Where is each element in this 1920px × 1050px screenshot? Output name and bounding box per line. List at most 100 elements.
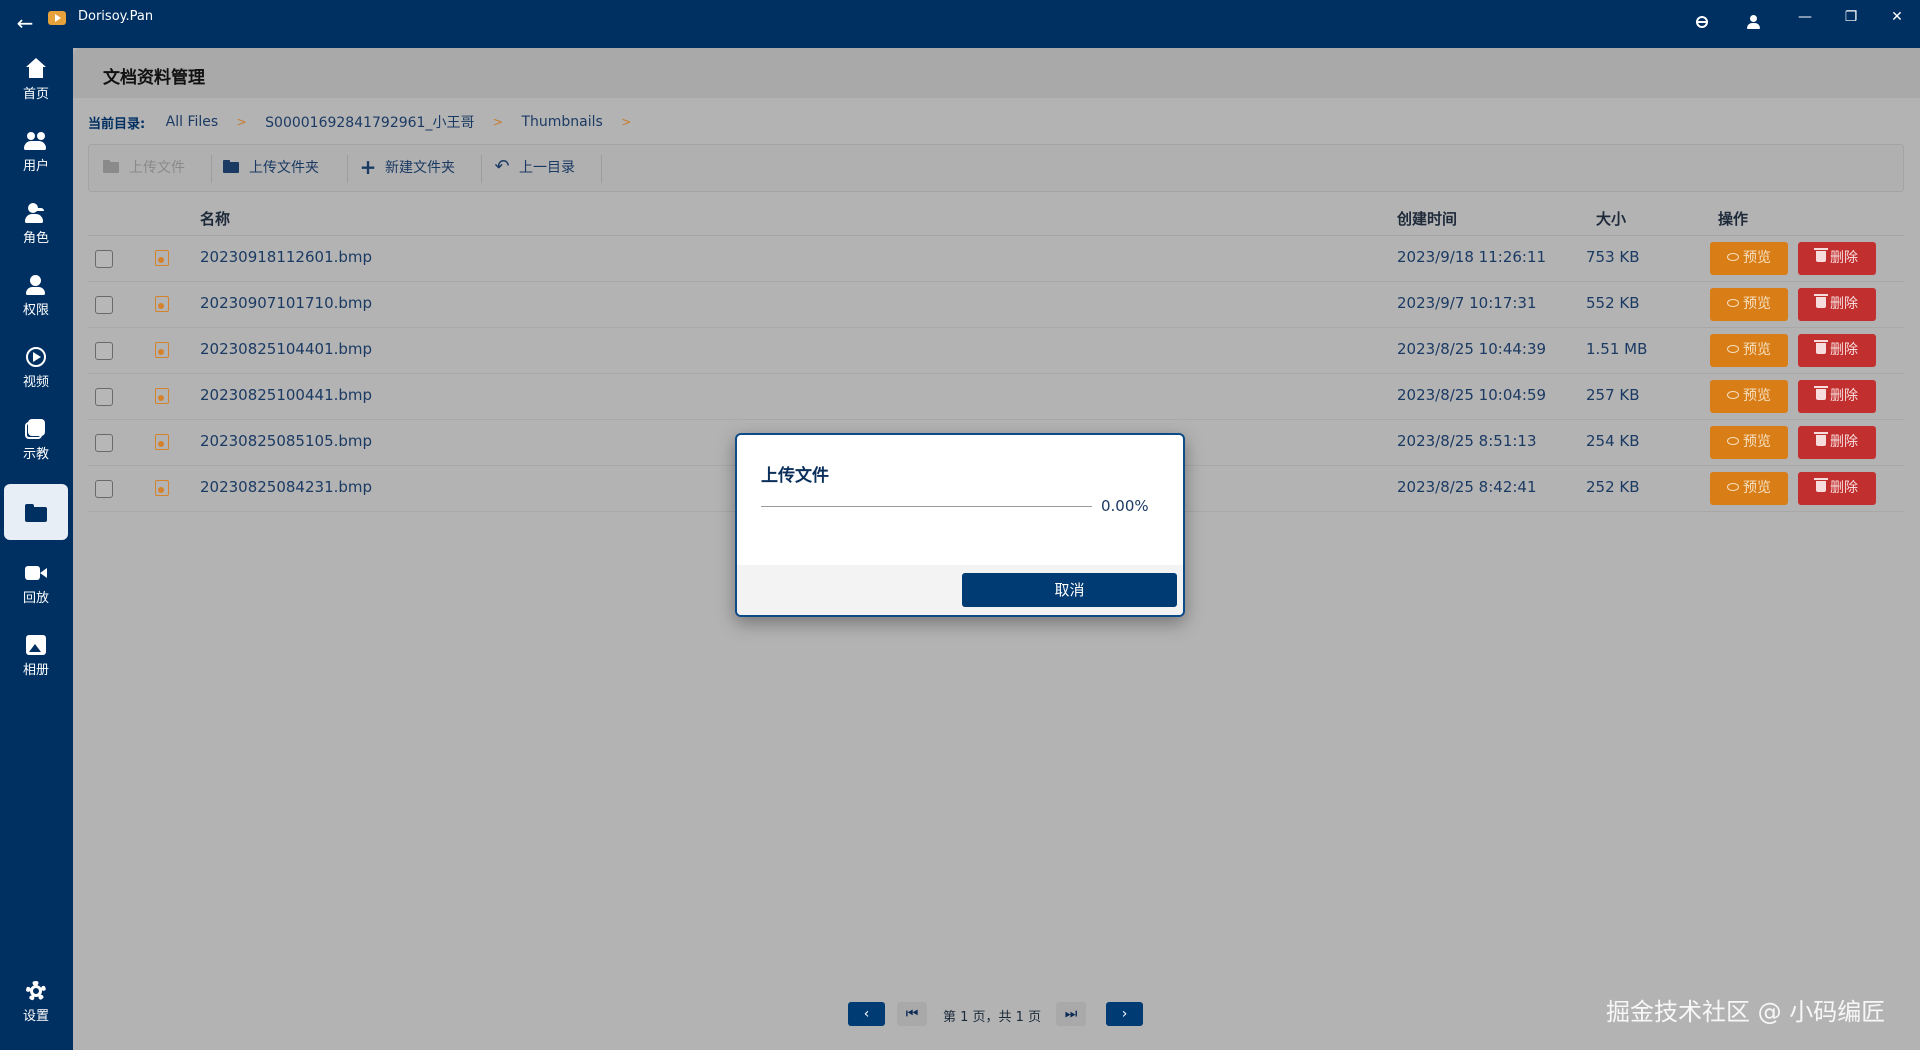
preview-button[interactable]: 预览: [1710, 472, 1788, 505]
close-button[interactable]: ✕: [1882, 5, 1912, 29]
delete-button[interactable]: 删除: [1798, 334, 1876, 367]
next-page-button[interactable]: ›: [1106, 1002, 1143, 1026]
minimize-button[interactable]: —: [1790, 5, 1820, 29]
globe-icon[interactable]: [1692, 12, 1712, 32]
row-checkbox[interactable]: [95, 250, 113, 268]
folder-icon: [24, 501, 48, 523]
preview-button[interactable]: 预览: [1710, 334, 1788, 367]
breadcrumb-item[interactable]: All Files: [166, 114, 219, 130]
file-size: 257 KB: [1586, 386, 1640, 404]
preview-button[interactable]: 预览: [1710, 242, 1788, 275]
sidebar: 首页 用户 角色 权限 视频 示教 回放 相册 设置: [0, 48, 73, 1050]
upload-dialog: 上传文件 0.00% 取消: [735, 433, 1185, 617]
back-arrow-icon[interactable]: ←: [14, 10, 36, 36]
plus-icon: +: [359, 154, 377, 179]
first-page-button[interactable]: ⏮: [897, 1002, 927, 1026]
sidebar-item-demo[interactable]: 示教: [4, 412, 68, 468]
delete-button[interactable]: 删除: [1798, 288, 1876, 321]
sidebar-item-label: 权限: [22, 303, 49, 318]
table-row: 20230825100441.bmp 2023/8/25 10:04:59 25…: [88, 374, 1904, 420]
page-header: 文档资料管理: [73, 48, 1920, 98]
image-file-icon: [155, 480, 169, 496]
delete-button[interactable]: 删除: [1798, 380, 1876, 413]
app-logo-icon: [48, 11, 66, 25]
user-icon[interactable]: [1743, 12, 1763, 32]
upload-file-button[interactable]: 上传文件: [103, 155, 185, 181]
sidebar-item-label: 示教: [22, 447, 49, 462]
prev-page-button[interactable]: ‹: [848, 1002, 885, 1026]
sidebar-item-files[interactable]: [4, 484, 68, 540]
preview-button[interactable]: 预览: [1710, 380, 1788, 413]
toolbar: 上传文件 上传文件夹 + 新建文件夹 ↶ 上一目录: [88, 144, 1904, 192]
delete-label: 删除: [1830, 388, 1858, 404]
delete-label: 删除: [1830, 250, 1858, 266]
upload-folder-button[interactable]: 上传文件夹: [223, 155, 319, 181]
breadcrumb-label: 当前目录:: [88, 116, 146, 132]
sidebar-item-home[interactable]: 首页: [4, 52, 68, 108]
eye-icon: [1727, 436, 1739, 445]
file-name[interactable]: 20230825104401.bmp: [200, 340, 372, 358]
row-checkbox[interactable]: [95, 480, 113, 498]
new-folder-button[interactable]: + 新建文件夹: [359, 155, 455, 181]
preview-label: 预览: [1743, 296, 1771, 312]
title-bar: ← Dorisoy.Pan — ❐ ✕: [0, 0, 1920, 48]
page-info: 第 1 页，共 1 页: [943, 1010, 1042, 1025]
row-checkbox[interactable]: [95, 296, 113, 314]
row-checkbox[interactable]: [95, 434, 113, 452]
role-icon: [24, 202, 48, 224]
demo-icon: [24, 418, 48, 440]
sidebar-item-settings[interactable]: 设置: [4, 974, 68, 1030]
sidebar-item-permission[interactable]: 权限: [4, 268, 68, 324]
toolbar-divider: [347, 155, 348, 183]
trash-icon: [1814, 432, 1828, 446]
breadcrumb-separator: >: [236, 115, 247, 129]
delete-label: 删除: [1830, 434, 1858, 450]
trash-icon: [1814, 386, 1828, 400]
eye-icon: [1727, 390, 1739, 399]
file-name[interactable]: 20230825100441.bmp: [200, 386, 372, 404]
sidebar-item-album[interactable]: 相册: [4, 628, 68, 684]
delete-button[interactable]: 删除: [1798, 472, 1876, 505]
replay-icon: [24, 562, 48, 584]
toolbar-divider: [601, 155, 602, 183]
cancel-button[interactable]: 取消: [962, 573, 1177, 607]
image-file-icon: [155, 434, 169, 450]
breadcrumb-item[interactable]: Thumbnails: [521, 114, 602, 130]
toolbar-divider: [211, 155, 212, 183]
file-name[interactable]: 20230825085105.bmp: [200, 432, 372, 450]
file-name[interactable]: 20230825084231.bmp: [200, 478, 372, 496]
preview-button[interactable]: 预览: [1710, 288, 1788, 321]
table-header: 名称 创建时间 大小 操作: [88, 200, 1904, 236]
maximize-button[interactable]: ❐: [1836, 5, 1866, 29]
parent-dir-button[interactable]: ↶ 上一目录: [493, 155, 575, 181]
delete-label: 删除: [1830, 296, 1858, 312]
sidebar-item-video[interactable]: 视频: [4, 340, 68, 396]
file-name[interactable]: 20230918112601.bmp: [200, 248, 372, 266]
column-header-name: 名称: [200, 210, 231, 228]
row-checkbox[interactable]: [95, 388, 113, 406]
users-icon: [24, 130, 48, 152]
image-file-icon: [155, 388, 169, 404]
upload-folder-label: 上传文件夹: [249, 160, 319, 176]
last-page-button[interactable]: ⏭: [1056, 1002, 1086, 1026]
column-header-created: 创建时间: [1397, 210, 1458, 228]
delete-label: 删除: [1830, 342, 1858, 358]
delete-button[interactable]: 删除: [1798, 426, 1876, 459]
row-checkbox[interactable]: [95, 342, 113, 360]
trash-icon: [1814, 248, 1828, 262]
file-name[interactable]: 20230907101710.bmp: [200, 294, 372, 312]
delete-button[interactable]: 删除: [1798, 242, 1876, 275]
sidebar-item-replay[interactable]: 回放: [4, 556, 68, 612]
eye-icon: [1727, 252, 1739, 261]
breadcrumb-separator: >: [621, 115, 632, 129]
table-row: 20230918112601.bmp 2023/9/18 11:26:11 75…: [88, 236, 1904, 282]
breadcrumb-item[interactable]: S00001692841792961_小王哥: [265, 112, 474, 132]
preview-label: 预览: [1743, 342, 1771, 358]
trash-icon: [1814, 294, 1828, 308]
sidebar-item-role[interactable]: 角色: [4, 196, 68, 252]
upload-progress-text: 0.00%: [1101, 497, 1149, 515]
file-size: 552 KB: [1586, 294, 1640, 312]
sidebar-item-users[interactable]: 用户: [4, 124, 68, 180]
file-size: 1.51 MB: [1586, 340, 1648, 358]
preview-button[interactable]: 预览: [1710, 426, 1788, 459]
